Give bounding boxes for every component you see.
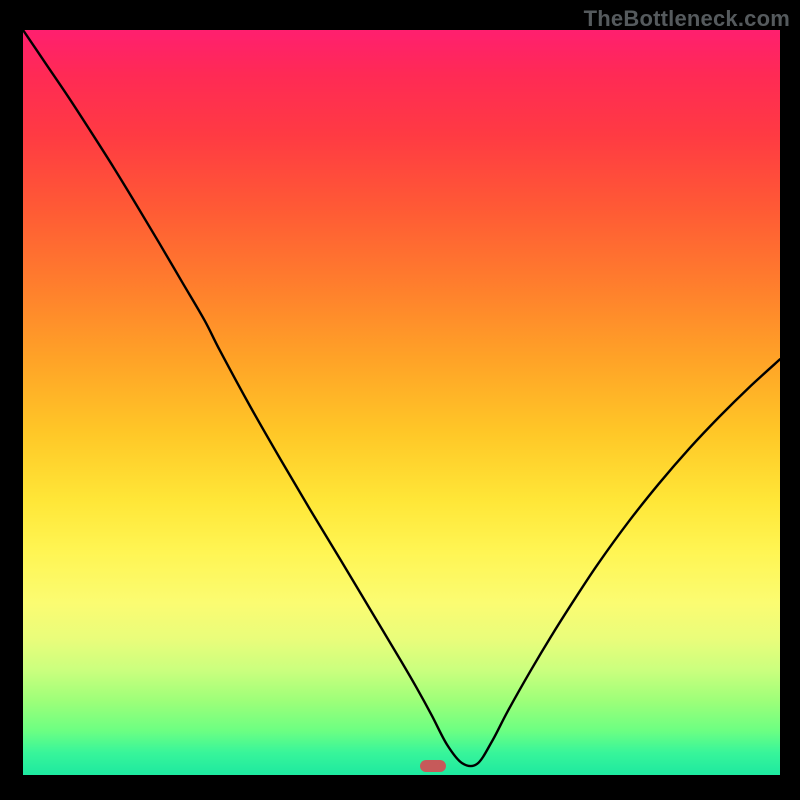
- plot-area: [23, 30, 780, 775]
- bottleneck-curve: [23, 30, 780, 766]
- curve-svg: [23, 30, 780, 775]
- watermark-text: TheBottleneck.com: [584, 6, 790, 32]
- chart-stage: TheBottleneck.com: [0, 0, 800, 800]
- marker-pill: [420, 760, 446, 772]
